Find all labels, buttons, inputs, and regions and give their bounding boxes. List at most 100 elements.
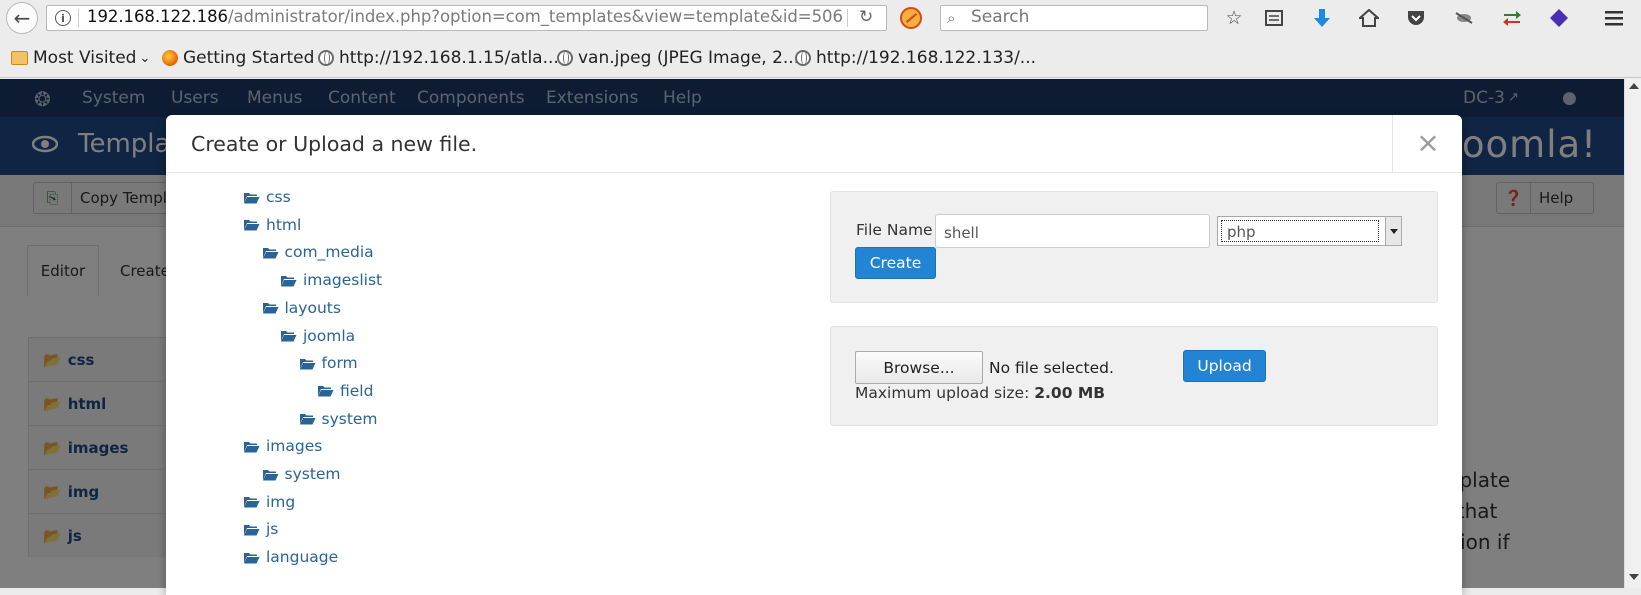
globe-icon <box>557 50 573 66</box>
url-bar[interactable]: i 192.168.122.186/administrator/index.ph… <box>46 5 887 31</box>
max-upload-size: Maximum upload size: 2.00 MB <box>855 384 1105 402</box>
back-button[interactable]: ← <box>6 2 38 34</box>
url-divider <box>847 9 848 27</box>
folder-tree-item[interactable]: css <box>243 185 291 209</box>
bookmark-most-visited[interactable]: Most Visited ⌄ <box>11 47 150 69</box>
bookmark-label: http://192.168.122.133/... <box>816 48 1037 68</box>
no-file-selected-text: No file selected. <box>989 359 1114 377</box>
scroll-down-icon[interactable] <box>1629 574 1639 580</box>
addon-icon[interactable] <box>1547 6 1571 30</box>
dropdown-arrow-icon[interactable] <box>1385 217 1401 245</box>
scroll-up-icon[interactable] <box>1629 83 1639 89</box>
folder-open-icon <box>243 551 260 564</box>
reload-icon[interactable]: ↻ <box>859 7 873 27</box>
folder-label: joomla <box>303 326 356 345</box>
url-path: /administrator/index.php?option=com_temp… <box>227 7 843 26</box>
modal-title: Create or Upload a new file. <box>191 132 478 156</box>
bookmark-van-jpeg[interactable]: van.jpeg (JPEG Image, 2... <box>557 47 799 69</box>
create-file-panel: File Name shell php Create <box>830 191 1438 303</box>
folder-tree-item[interactable]: html <box>243 213 301 237</box>
folder-label: system <box>321 409 378 428</box>
folder-label: com_media <box>284 243 374 262</box>
info-icon[interactable]: i <box>55 10 71 26</box>
folder-tree-item[interactable]: js <box>243 517 278 541</box>
modal-header: Create or Upload a new file. × <box>166 115 1462 173</box>
file-name-input[interactable]: shell <box>935 214 1210 248</box>
folder-label: layouts <box>284 298 341 317</box>
folder-label: css <box>266 188 291 206</box>
upload-button[interactable]: Upload <box>1183 350 1266 382</box>
folder-label: js <box>266 520 279 539</box>
folder-open-icon <box>243 191 260 204</box>
folder-label: html <box>266 215 302 234</box>
folder-open-icon <box>317 384 334 397</box>
folder-open-icon <box>243 523 260 536</box>
bookmark-label: van.jpeg (JPEG Image, 2... <box>578 48 800 68</box>
folder-tree-item[interactable]: layouts <box>262 296 341 320</box>
download-icon[interactable] <box>1310 6 1334 30</box>
browser-toolbar: ← i 192.168.122.186/administrator/index.… <box>0 0 1641 36</box>
folder-tree-item[interactable]: img <box>243 490 295 514</box>
close-icon[interactable]: × <box>1415 129 1441 157</box>
create-file-modal: Create or Upload a new file. × css html co… <box>166 115 1462 595</box>
folder-open-icon <box>243 495 260 508</box>
bookmark-label: http://192.168.1.15/atla... <box>339 48 559 68</box>
blocker-icon[interactable] <box>900 7 922 29</box>
reader-icon[interactable] <box>1262 6 1286 30</box>
url-separator <box>78 9 79 27</box>
bookmark-atla[interactable]: http://192.168.1.15/atla... <box>318 47 559 69</box>
firefox-icon <box>162 50 178 66</box>
bookmark-122-133[interactable]: http://192.168.122.133/... <box>795 47 1036 69</box>
bookmarks-toolbar: Most Visited ⌄ Getting Started http://19… <box>0 36 1641 78</box>
folder-label: field <box>340 381 374 400</box>
pocket-icon[interactable] <box>1404 6 1428 30</box>
folder-open-icon <box>262 301 279 314</box>
folder-label: form <box>321 354 358 373</box>
browse-button[interactable]: Browse... <box>855 351 983 384</box>
home-icon[interactable] <box>1357 6 1381 30</box>
max-upload-label: Maximum upload size: <box>855 384 1030 402</box>
folder-open-icon <box>299 412 316 425</box>
max-upload-value: 2.00 MB <box>1034 384 1106 402</box>
globe-icon <box>795 50 811 66</box>
bookmark-label: Getting Started <box>183 48 315 68</box>
search-icon: ⌕ <box>947 9 956 27</box>
search-input[interactable]: ⌕ Search <box>940 5 1208 31</box>
url-text[interactable]: 192.168.122.186/administrator/index.php?… <box>87 7 843 26</box>
url-host: 192.168.122.186 <box>87 7 228 26</box>
folder-tree-item[interactable]: images <box>243 434 322 458</box>
folder-tree-item[interactable]: system <box>299 407 378 431</box>
folder-open-icon <box>262 246 279 259</box>
folder-label: img <box>266 492 296 511</box>
folder-open-icon <box>280 329 297 342</box>
globe-icon <box>318 50 334 66</box>
extension-icon[interactable] <box>1452 6 1476 30</box>
folder-tree-item[interactable]: system <box>262 462 341 486</box>
modal-close-area: × <box>1392 115 1462 173</box>
star-icon[interactable]: ☆ <box>1222 6 1246 30</box>
create-button[interactable]: Create <box>855 247 936 279</box>
folder-tree-item[interactable]: imageslist <box>280 268 382 292</box>
folder-label: imageslist <box>303 271 383 290</box>
bookmark-label: Most Visited <box>33 48 137 68</box>
menu-icon[interactable] <box>1602 6 1626 30</box>
folder-tree-item[interactable]: language <box>243 545 338 569</box>
search-placeholder: Search <box>971 7 1030 27</box>
extension-select[interactable]: php <box>1217 216 1402 246</box>
folder-icon <box>11 51 28 65</box>
sync-icon[interactable] <box>1500 6 1524 30</box>
folder-tree-item[interactable]: form <box>299 351 358 375</box>
folder-label: system <box>284 465 341 483</box>
bookmark-getting-started[interactable]: Getting Started <box>162 47 314 69</box>
upload-file-panel: Browse... No file selected. Upload Maxim… <box>830 326 1438 426</box>
folder-open-icon <box>262 468 279 481</box>
folder-tree-item[interactable]: com_media <box>262 240 374 264</box>
chevron-down-icon: ⌄ <box>139 50 151 66</box>
file-name-label: File Name <box>856 221 933 239</box>
folder-tree-item[interactable]: joomla <box>280 324 355 348</box>
page-scrollbar[interactable] <box>1624 79 1641 588</box>
folder-tree-item[interactable]: field <box>317 379 373 403</box>
folder-open-icon <box>280 274 297 287</box>
folder-label: images <box>266 437 323 456</box>
folder-label: language <box>266 548 339 567</box>
